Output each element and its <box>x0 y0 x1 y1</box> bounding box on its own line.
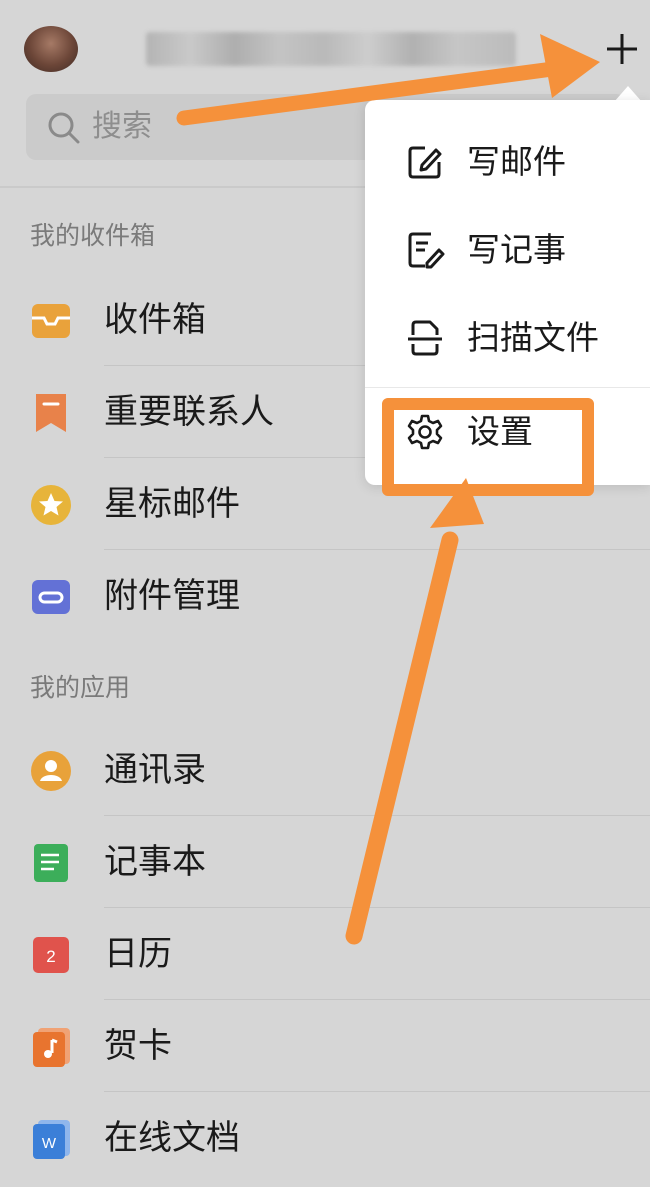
popup-menu: 写邮件 写记事 扫描文件 设置 <box>365 100 650 485</box>
sidebar-item-label: 贺卡 <box>104 1026 172 1066</box>
gear-icon <box>407 414 443 450</box>
doc-badge: W <box>42 1135 57 1152</box>
menu-item-label: 扫描文件 <box>467 318 599 357</box>
user-avatar[interactable] <box>24 26 78 72</box>
greeting-card-icon <box>33 1028 70 1067</box>
note-edit-icon <box>408 232 445 269</box>
menu-item-scan[interactable]: 扫描文件 <box>365 294 650 382</box>
calendar-badge: 2 <box>46 947 55 966</box>
sidebar-item-contacts[interactable]: 通讯录 <box>0 724 650 816</box>
attachment-icon <box>32 580 70 614</box>
sidebar-item-attachments[interactable]: 附件管理 <box>0 550 650 642</box>
section-title-apps: 我的应用 <box>30 673 131 702</box>
search-placeholder: 搜索 <box>92 109 152 144</box>
inbox-icon <box>32 304 70 338</box>
sidebar-item-notebook[interactable]: 记事本 <box>0 816 650 908</box>
scan-icon <box>408 320 442 356</box>
sidebar-item-label: 收件箱 <box>104 300 206 340</box>
account-name-redacted <box>146 32 516 66</box>
app-header <box>0 0 650 100</box>
sidebar-item-label: 附件管理 <box>104 576 240 616</box>
menu-item-label: 设置 <box>467 412 533 451</box>
sidebar-item-label: 重要联系人 <box>104 392 274 432</box>
menu-item-settings[interactable]: 设置 <box>365 388 650 476</box>
bookmark-icon <box>36 394 66 432</box>
compose-icon <box>408 146 442 179</box>
sidebar-item-label: 在线文档 <box>104 1118 240 1158</box>
menu-item-write-note[interactable]: 写记事 <box>365 206 650 294</box>
sidebar-item-label: 记事本 <box>104 842 206 882</box>
sidebar-item-label: 日历 <box>104 934 172 974</box>
calendar-icon: 2 <box>33 937 69 973</box>
sidebar-item-calendar[interactable]: 2 日历 <box>0 908 650 1000</box>
menu-item-label: 写记事 <box>467 230 566 269</box>
online-doc-icon: W <box>33 1120 70 1159</box>
sidebar-item-label: 通讯录 <box>104 750 206 790</box>
plus-icon <box>607 34 637 64</box>
section-title-inbox: 我的收件箱 <box>30 221 156 250</box>
plus-button[interactable] <box>598 24 646 74</box>
sidebar-item-online-docs[interactable]: W 在线文档 <box>0 1092 650 1184</box>
notebook-icon <box>34 844 68 882</box>
menu-item-label: 写邮件 <box>467 142 566 181</box>
contacts-icon <box>31 751 71 791</box>
sidebar-item-greeting-card[interactable]: 贺卡 <box>0 1000 650 1092</box>
sidebar-item-label: 星标邮件 <box>104 484 240 524</box>
star-icon <box>31 485 71 525</box>
search-icon <box>48 112 80 144</box>
menu-item-compose[interactable]: 写邮件 <box>365 118 650 206</box>
